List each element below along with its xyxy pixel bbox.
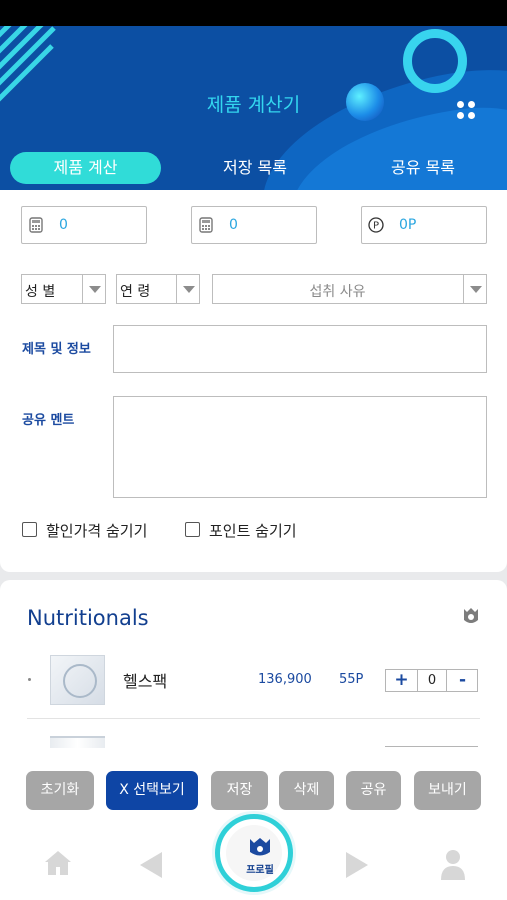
- share-button[interactable]: 공유: [346, 771, 401, 810]
- product-price: 136,900: [258, 672, 312, 687]
- checkbox-box[interactable]: [22, 522, 37, 537]
- points-value: 0P: [399, 217, 417, 233]
- calculator-icon: [29, 217, 43, 233]
- gender-select-label: 성 별: [25, 284, 56, 300]
- svg-text:P: P: [373, 221, 379, 232]
- tab-shared-list[interactable]: 공유 목록: [358, 152, 488, 184]
- gender-select[interactable]: 성 별: [21, 274, 106, 304]
- home-icon[interactable]: [43, 848, 73, 878]
- forward-arrow-icon[interactable]: [346, 852, 368, 878]
- hide-points-label: 포인트 숨기기: [209, 522, 297, 540]
- crown-badge-icon[interactable]: [461, 606, 481, 626]
- product-list: Nutritionals 헬스팩 136,900 55P + 0 -: [0, 580, 507, 748]
- checkbox-box[interactable]: [185, 522, 200, 537]
- quantity-stepper: + 0 -: [385, 669, 478, 692]
- app-screen: 제품 계산기 제품 계산 저장 목록 공유 목록 0 0 P 0P 성 별 연 …: [0, 0, 507, 900]
- calculator-icon: [199, 217, 213, 233]
- action-bar: 초기화 X 선택보기 저장 삭제 공유 보내기 프로필: [0, 748, 507, 900]
- header: 제품 계산기 제품 계산 저장 목록 공유 목록: [0, 26, 507, 190]
- reset-button[interactable]: 초기화: [26, 771, 94, 810]
- reason-select-label: 섭취 사유: [309, 284, 366, 300]
- row-bullet: [28, 678, 31, 681]
- quantity-value[interactable]: 0: [417, 670, 447, 691]
- profile-crown-icon: [250, 838, 270, 856]
- profile-label: 프로필: [246, 865, 274, 876]
- hide-points-checkbox[interactable]: 포인트 숨기기: [185, 520, 325, 540]
- discount-price-field[interactable]: 0: [191, 206, 317, 244]
- chevron-down-icon: [463, 275, 486, 303]
- page-title: 제품 계산기: [206, 94, 301, 116]
- view-selected-button[interactable]: X 선택보기: [106, 771, 198, 810]
- ring-decoration: [403, 29, 467, 93]
- status-bar: [0, 0, 507, 26]
- profile-button[interactable]: 프로필: [215, 814, 293, 892]
- menu-dots-icon[interactable]: [455, 99, 479, 123]
- tab-saved-list[interactable]: 저장 목록: [190, 152, 320, 184]
- points-field[interactable]: P 0P: [361, 206, 487, 244]
- title-label: 제목 및 정보: [22, 342, 91, 357]
- hide-discount-label: 할인가격 숨기기: [46, 522, 148, 540]
- product-name: 헬스팩: [123, 672, 168, 691]
- user-icon[interactable]: [438, 848, 468, 882]
- profile-inner: 프로필: [226, 825, 282, 881]
- total-price-field[interactable]: 0: [21, 206, 147, 244]
- product-image: [50, 736, 105, 748]
- points-icon: P: [368, 217, 384, 233]
- tab-bar: 제품 계산 저장 목록 공유 목록: [0, 150, 507, 186]
- age-select-label: 연 령: [120, 284, 151, 300]
- title-input[interactable]: [113, 325, 487, 373]
- minus-button[interactable]: -: [447, 670, 478, 691]
- section-title: Nutritionals: [27, 606, 149, 630]
- back-arrow-icon[interactable]: [140, 852, 162, 878]
- hide-discount-checkbox[interactable]: 할인가격 숨기기: [22, 520, 172, 540]
- chevron-down-icon: [82, 275, 105, 303]
- row-divider: [27, 718, 480, 719]
- tab-product-calc[interactable]: 제품 계산: [10, 152, 161, 184]
- product-points: 55P: [339, 672, 364, 687]
- send-button[interactable]: 보내기: [414, 771, 481, 810]
- delete-button[interactable]: 삭제: [279, 771, 334, 810]
- plus-button[interactable]: +: [386, 670, 417, 691]
- product-image: [50, 655, 105, 705]
- reason-select[interactable]: 섭취 사유: [212, 274, 487, 304]
- comment-textarea[interactable]: [113, 396, 487, 498]
- total-price-value: 0: [59, 217, 68, 233]
- discount-price-value: 0: [229, 217, 238, 233]
- chevron-down-icon: [176, 275, 199, 303]
- calc-form: 0 0 P 0P 성 별 연 령 섭취 사유 제목 및 정보 공유 멘트 할인가…: [0, 190, 507, 572]
- age-select[interactable]: 연 령: [116, 274, 200, 304]
- comment-label: 공유 멘트: [22, 413, 75, 428]
- save-button[interactable]: 저장: [211, 771, 268, 810]
